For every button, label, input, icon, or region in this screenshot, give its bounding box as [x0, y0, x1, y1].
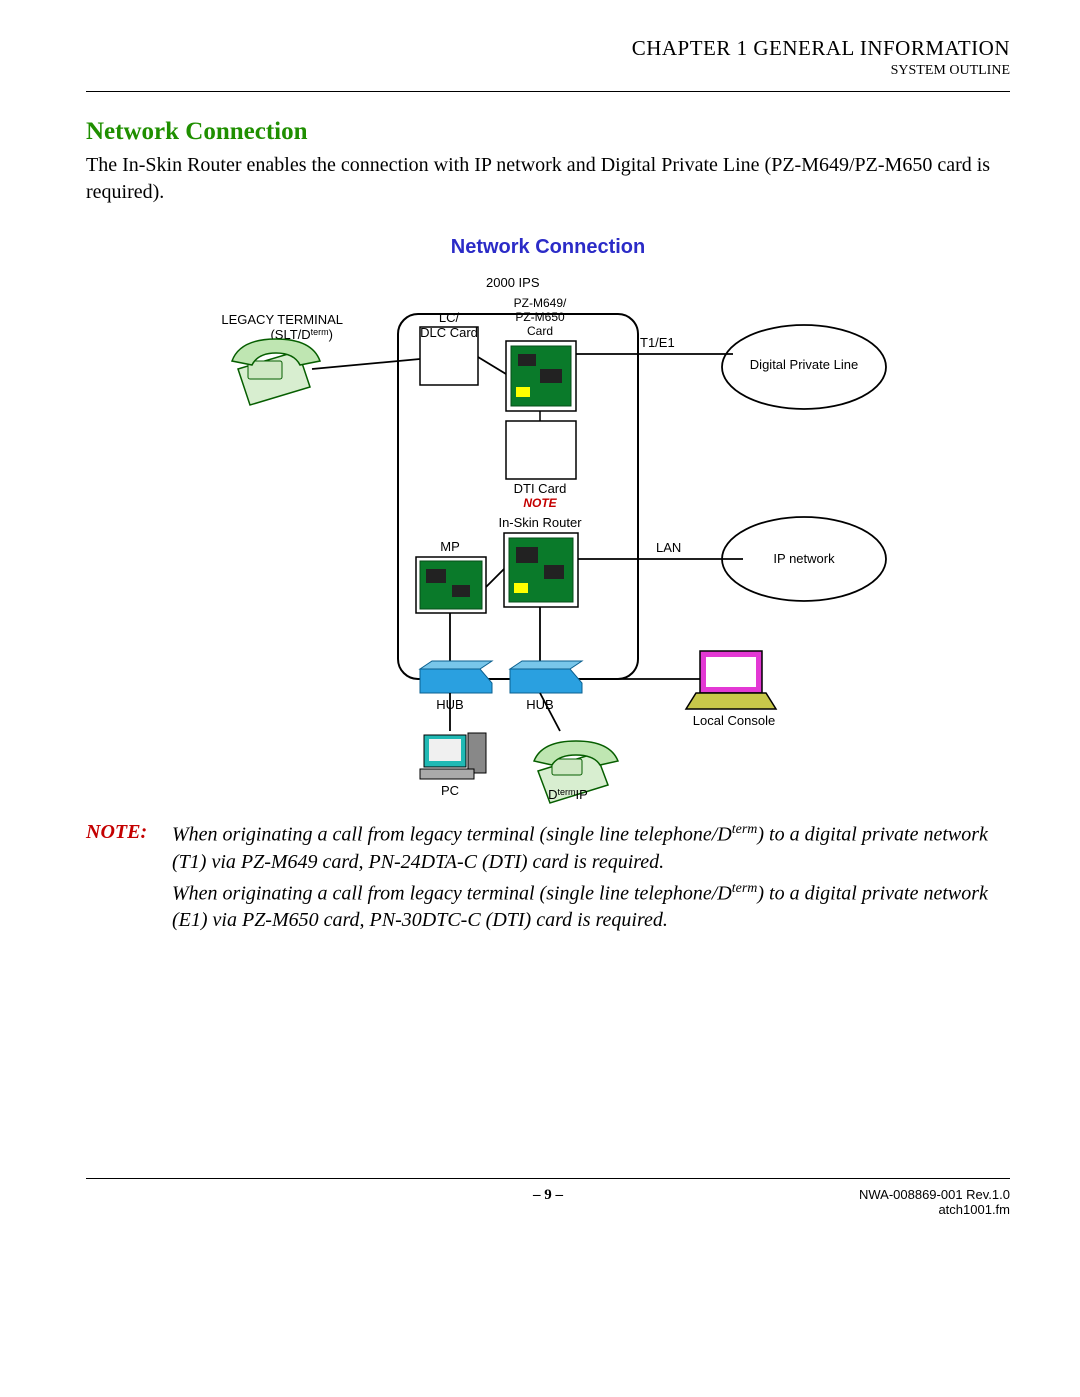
figure-label: LEGACY TERMINAL	[221, 312, 343, 327]
file-name: atch1001.fm	[705, 1202, 1010, 1217]
figure-label: PC	[441, 783, 459, 798]
hub-icon	[510, 661, 582, 693]
figure-label: PZ-M650	[515, 310, 565, 324]
section-heading: Network Connection	[86, 118, 1010, 146]
mp-card-icon	[416, 557, 486, 613]
phone-icon	[232, 339, 320, 405]
figure-label: T1/E1	[640, 335, 675, 350]
figure-label: LAN	[656, 540, 681, 555]
figure-label: MP	[440, 539, 460, 554]
note-text: When originating a call from legacy term…	[172, 821, 1010, 938]
section-outline: SYSTEM OUTLINE	[86, 63, 1010, 79]
page-header: CHAPTER 1 GENERAL INFORMATION SYSTEM OUT…	[86, 36, 1010, 79]
network-diagram: 2000 IPS LEGACY TERMINAL (SLT/Dterm) LC/…	[168, 269, 928, 809]
header-rule	[86, 91, 1010, 92]
figure-label: DLC Card	[420, 325, 478, 340]
figure-label: DTI Card	[514, 481, 567, 496]
figure-label: IP network	[773, 551, 835, 566]
page-footer: – 9 – NWA-008869-001 Rev.1.0 atch1001.fm	[86, 1187, 1010, 1217]
figure-label: Digital Private Line	[750, 357, 858, 372]
figure-note-label: NOTE	[523, 496, 557, 510]
footer-rule	[86, 1178, 1010, 1179]
laptop-icon	[686, 651, 776, 709]
note-block: NOTE: When originating a call from legac…	[86, 821, 1010, 938]
figure-label: LC/	[439, 310, 460, 325]
doc-id: NWA-008869-001 Rev.1.0	[705, 1187, 1010, 1202]
figure-label: 2000 IPS	[486, 275, 540, 290]
pc-icon	[420, 733, 486, 779]
circuit-card-icon	[506, 341, 576, 411]
hub-icon	[420, 661, 492, 693]
router-card-icon	[504, 533, 578, 607]
figure-label: In-Skin Router	[498, 515, 582, 530]
figure-title: Network Connection	[86, 236, 1010, 259]
figure-label: Local Console	[693, 713, 775, 728]
figure-label: DtermIP	[548, 787, 588, 802]
figure-label: Card	[527, 324, 553, 338]
section-paragraph: The In-Skin Router enables the connectio…	[86, 152, 1010, 206]
chapter-title: CHAPTER 1 GENERAL INFORMATION	[86, 36, 1010, 61]
page-number: – 9 –	[533, 1187, 563, 1204]
figure-label: PZ-M649/	[514, 296, 567, 310]
note-key: NOTE:	[86, 821, 158, 938]
